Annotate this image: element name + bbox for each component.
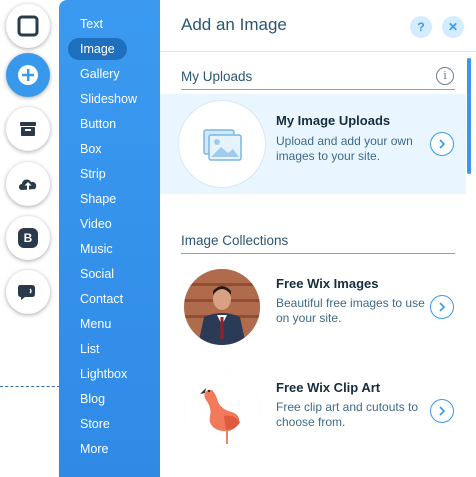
rail-add-button[interactable] bbox=[6, 53, 50, 97]
menu-item-menu[interactable]: Menu bbox=[68, 313, 123, 335]
menu-item-contact[interactable]: Contact bbox=[68, 288, 135, 310]
section-title-image-collections: Image Collections bbox=[181, 233, 289, 248]
panel-title: Add an Image bbox=[181, 15, 287, 34]
uploads-thumbnail bbox=[184, 106, 260, 182]
card-description: Free clip art and cutouts to choose from… bbox=[276, 400, 419, 429]
canvas-guide-line bbox=[0, 386, 60, 387]
add-panel-category-menu: Text Image Gallery Slideshow Button Box … bbox=[59, 0, 160, 477]
menu-item-music[interactable]: Music bbox=[68, 238, 125, 260]
open-clip-art-button[interactable] bbox=[430, 399, 454, 423]
menu-item-lightbox[interactable]: Lightbox bbox=[68, 363, 139, 385]
menu-item-more[interactable]: More bbox=[68, 438, 120, 460]
section-divider bbox=[181, 89, 455, 90]
rail-chat-button[interactable] bbox=[6, 270, 50, 314]
chevron-right-icon bbox=[439, 139, 446, 149]
my-image-uploads-card[interactable]: My Image Uploads Upload and add your own… bbox=[160, 94, 466, 194]
menu-item-video[interactable]: Video bbox=[68, 213, 124, 235]
menu-item-strip[interactable]: Strip bbox=[68, 163, 118, 185]
panel-header: Add an Image ? ✕ bbox=[160, 0, 476, 52]
menu-item-text[interactable]: Text bbox=[68, 13, 115, 35]
menu-item-slideshow[interactable]: Slideshow bbox=[68, 88, 149, 110]
help-button[interactable]: ? bbox=[410, 16, 432, 38]
section-divider bbox=[181, 253, 455, 254]
menu-item-blog[interactable]: Blog bbox=[68, 388, 117, 410]
menu-item-box[interactable]: Box bbox=[68, 138, 114, 160]
close-button[interactable]: ✕ bbox=[442, 16, 464, 38]
free-wix-clip-art-card[interactable]: Free Wix Clip Art Free clip art and cuto… bbox=[160, 362, 466, 462]
open-wix-images-button[interactable] bbox=[430, 295, 454, 319]
free-wix-images-card[interactable]: Free Wix Images Beautiful free images to… bbox=[160, 257, 466, 357]
menu-item-list[interactable]: List bbox=[68, 338, 111, 360]
image-upload-icon bbox=[184, 106, 260, 182]
card-title: Free Wix Clip Art bbox=[276, 380, 381, 395]
chevron-right-icon bbox=[439, 302, 446, 312]
menu-item-shape[interactable]: Shape bbox=[68, 188, 128, 210]
card-description: Beautiful free images to use on your sit… bbox=[276, 296, 425, 325]
card-title: Free Wix Images bbox=[276, 276, 379, 291]
menu-item-social[interactable]: Social bbox=[68, 263, 126, 285]
add-image-panel: Add an Image ? ✕ My Uploads i My Image U… bbox=[160, 0, 476, 477]
left-toolbar: B bbox=[0, 0, 60, 477]
upload-cloud-icon bbox=[19, 179, 37, 190]
menu-item-store[interactable]: Store bbox=[68, 413, 122, 435]
rail-upload-button[interactable] bbox=[6, 162, 50, 206]
menu-item-image[interactable]: Image bbox=[68, 38, 127, 60]
store-icon bbox=[20, 122, 36, 136]
rail-blog-button[interactable]: B bbox=[6, 216, 50, 260]
info-icon[interactable]: i bbox=[436, 67, 454, 85]
clip-art-thumbnail bbox=[184, 372, 260, 448]
panel-scrollbar[interactable] bbox=[467, 58, 471, 174]
blog-b-icon: B bbox=[18, 228, 38, 248]
open-uploads-button[interactable] bbox=[430, 132, 454, 156]
close-icon: ✕ bbox=[447, 20, 459, 34]
chevron-right-icon bbox=[439, 406, 446, 416]
rail-store-button[interactable] bbox=[6, 107, 50, 151]
menu-item-button[interactable]: Button bbox=[68, 113, 128, 135]
wix-images-thumbnail bbox=[184, 269, 260, 345]
chat-bubble-icon bbox=[18, 285, 35, 300]
section-title-my-uploads: My Uploads bbox=[181, 69, 253, 84]
menu-item-gallery[interactable]: Gallery bbox=[68, 63, 132, 85]
businessman-photo-icon bbox=[184, 269, 260, 345]
card-title: My Image Uploads bbox=[276, 113, 391, 128]
plus-icon bbox=[18, 65, 38, 85]
card-description: Upload and add your own images to your s… bbox=[276, 134, 413, 163]
square-icon bbox=[17, 15, 39, 37]
rail-square-button[interactable] bbox=[6, 4, 50, 48]
flamingo-clip-art-icon bbox=[184, 372, 260, 448]
